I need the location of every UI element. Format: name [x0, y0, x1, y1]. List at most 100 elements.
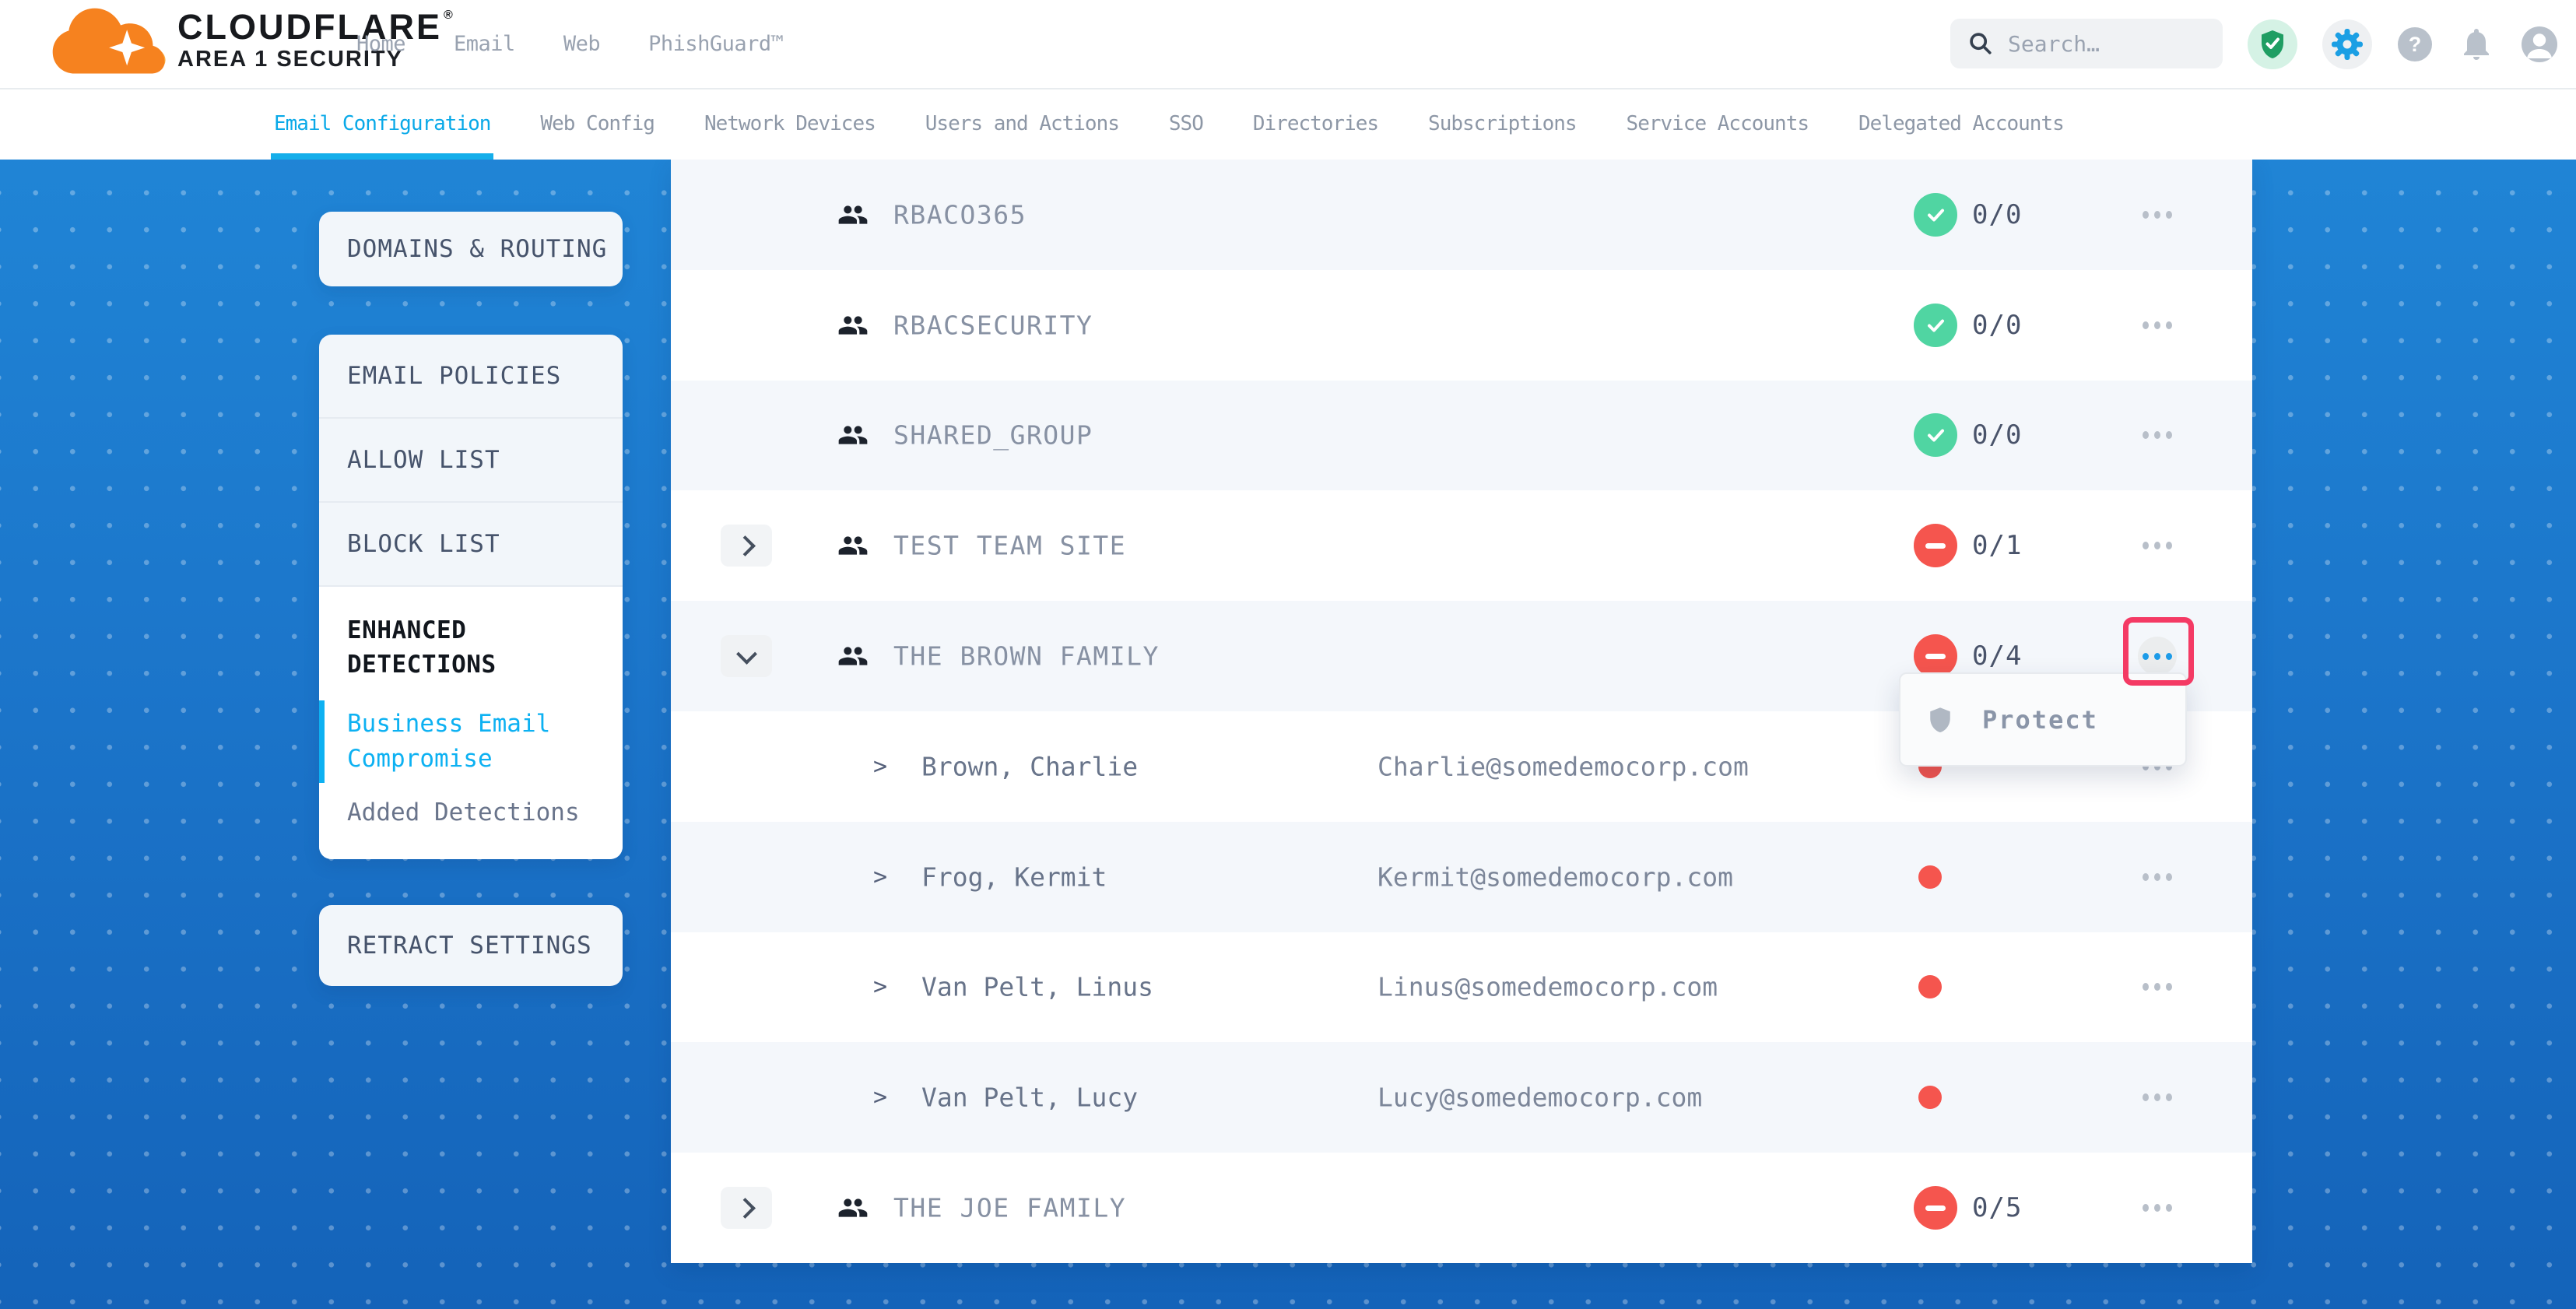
- status-badge-blocked: [1914, 634, 1957, 678]
- group-icon: [837, 310, 869, 341]
- group-icon: [837, 199, 869, 230]
- table-row-frog-kermit[interactable]: > Frog, Kermit Kermit@somedemocorp.com: [671, 822, 2252, 932]
- collapse-button[interactable]: [721, 635, 772, 677]
- svg-text:?: ?: [2409, 33, 2422, 56]
- sidebar-item-retract-settings[interactable]: RETRACT SETTINGS: [319, 905, 623, 986]
- row-menu-button[interactable]: [2138, 306, 2177, 345]
- sidebar-item-added-detections[interactable]: Added Detections: [347, 798, 596, 826]
- protection-count: 0/0: [1972, 310, 2022, 341]
- tab-delegated-accounts[interactable]: Delegated Accounts: [1858, 88, 2064, 160]
- group-name: RBACSECURITY: [893, 310, 1093, 340]
- search-box[interactable]: [1950, 19, 2223, 68]
- status-badge-blocked: [1914, 524, 1957, 567]
- search-input[interactable]: [2006, 30, 2196, 58]
- member-email: Lucy@somedemocorp.com: [1377, 1083, 1702, 1113]
- sidebar-section-enhanced-detections: ENHANCED DETECTIONS Business Email Compr…: [319, 587, 623, 859]
- group-icon: [837, 1192, 869, 1223]
- minus-icon: [1925, 1205, 1946, 1211]
- row-menu-button[interactable]: [2138, 526, 2177, 565]
- sidebar-policies-card: EMAIL POLICIES ALLOW LIST BLOCK LIST ENH…: [319, 335, 623, 859]
- nav-web[interactable]: Web: [563, 32, 600, 56]
- status-badge-ok: [1914, 413, 1957, 457]
- member-name: Van Pelt, Lucy: [921, 1083, 1138, 1113]
- gear-icon[interactable]: [2322, 19, 2372, 69]
- shield-icon: [1926, 706, 1954, 734]
- group-icon: [837, 640, 869, 672]
- top-nav: Home Email Web PhishGuard™: [356, 0, 783, 88]
- help-icon[interactable]: ?: [2397, 26, 2433, 62]
- tab-network-devices[interactable]: Network Devices: [704, 88, 876, 160]
- page: CLOUDFLARE® AREA 1 SECURITY Home Email W…: [0, 0, 2576, 1309]
- member-name: Frog, Kermit: [921, 862, 1107, 892]
- row-menu-button[interactable]: [2138, 416, 2177, 454]
- status-dot-blocked: [1918, 1086, 1942, 1109]
- row-menu-button-active[interactable]: [2138, 637, 2177, 676]
- status-badge-ok: [1914, 193, 1957, 237]
- row-menu-button[interactable]: [2138, 1078, 2177, 1117]
- cloudflare-cloud-icon: [50, 5, 167, 76]
- row-context-menu: Protect: [1899, 672, 2187, 767]
- tab-web-config[interactable]: Web Config: [540, 88, 655, 160]
- row-menu-button[interactable]: [2138, 858, 2177, 897]
- active-item-indicator: [319, 700, 325, 783]
- row-menu-button[interactable]: [2138, 967, 2177, 1006]
- group-icon: [837, 419, 869, 451]
- sidebar-item-business-email-compromise[interactable]: Business Email Compromise: [347, 707, 596, 777]
- protection-count: 0/0: [1972, 199, 2022, 230]
- active-tab-underline: [271, 153, 493, 160]
- member-caret: >: [873, 863, 887, 890]
- status-dot-blocked: [1918, 865, 1942, 889]
- minus-icon: [1925, 654, 1946, 659]
- protection-count: 0/4: [1972, 640, 2022, 672]
- member-name: Brown, Charlie: [921, 751, 1138, 781]
- status-badge-ok: [1914, 304, 1957, 347]
- status-badge-blocked: [1914, 1186, 1957, 1230]
- table-row-the-joe-family[interactable]: THE JOE FAMILY 0/5: [671, 1153, 2252, 1263]
- shield-check-icon[interactable]: [2248, 19, 2297, 69]
- table-row-rbaco365[interactable]: RBACO365 0/0: [671, 160, 2252, 270]
- expand-button[interactable]: [721, 1187, 772, 1229]
- sidebar-item-email-policies[interactable]: EMAIL POLICIES: [319, 335, 623, 419]
- chevron-down-icon: [736, 644, 757, 665]
- sidebar-item-allow-list[interactable]: ALLOW LIST: [319, 419, 623, 503]
- tab-sso[interactable]: SSO: [1169, 88, 1203, 160]
- avatar-icon[interactable]: [2520, 25, 2559, 64]
- status-dot-blocked: [1918, 975, 1942, 998]
- table-row-rbacsecurity[interactable]: RBACSECURITY 0/0: [671, 270, 2252, 381]
- table-row-van-pelt-linus[interactable]: > Van Pelt, Linus Linus@somedemocorp.com: [671, 932, 2252, 1043]
- group-name: TEST TEAM SITE: [893, 531, 1126, 561]
- tab-users-and-actions[interactable]: Users and Actions: [925, 88, 1119, 160]
- bell-icon[interactable]: [2458, 26, 2495, 63]
- group-name: THE JOE FAMILY: [893, 1193, 1126, 1223]
- row-menu-button[interactable]: [2138, 195, 2177, 234]
- nav-phishguard[interactable]: PhishGuard™: [648, 32, 783, 56]
- sidebar-item-domains-routing[interactable]: DOMAINS & ROUTING: [319, 212, 623, 286]
- search-icon: [1967, 30, 1994, 57]
- enhanced-detections-title[interactable]: ENHANCED DETECTIONS: [347, 613, 596, 682]
- member-email: Charlie@somedemocorp.com: [1377, 751, 1749, 781]
- table-row-test-team-site[interactable]: TEST TEAM SITE 0/1: [671, 490, 2252, 601]
- protection-count: 0/5: [1972, 1192, 2022, 1223]
- menu-item-protect[interactable]: Protect: [1926, 705, 2098, 735]
- member-email: Linus@somedemocorp.com: [1377, 972, 1718, 1002]
- protection-count: 0/1: [1972, 530, 2022, 561]
- sidebar-item-block-list[interactable]: BLOCK LIST: [319, 503, 623, 587]
- tab-directories[interactable]: Directories: [1253, 88, 1378, 160]
- row-menu-button[interactable]: [2138, 1188, 2177, 1227]
- member-caret: >: [873, 974, 887, 1001]
- group-icon: [837, 530, 869, 561]
- member-caret: >: [873, 1084, 887, 1111]
- protection-count: 0/0: [1972, 419, 2022, 451]
- member-email: Kermit@somedemocorp.com: [1377, 862, 1733, 892]
- tab-subscriptions[interactable]: Subscriptions: [1428, 88, 1577, 160]
- minus-icon: [1925, 543, 1946, 549]
- expand-button[interactable]: [721, 525, 772, 567]
- config-tabs: Email Configuration Web Config Network D…: [0, 88, 2576, 160]
- chevron-right-icon: [735, 1198, 756, 1219]
- nav-home[interactable]: Home: [356, 32, 405, 56]
- table-row-van-pelt-lucy[interactable]: > Van Pelt, Lucy Lucy@somedemocorp.com: [671, 1042, 2252, 1153]
- tab-email-configuration[interactable]: Email Configuration: [274, 88, 490, 160]
- table-row-shared-group[interactable]: SHARED_GROUP 0/0: [671, 381, 2252, 491]
- tab-service-accounts[interactable]: Service Accounts: [1627, 88, 1809, 160]
- nav-email[interactable]: Email: [454, 32, 515, 56]
